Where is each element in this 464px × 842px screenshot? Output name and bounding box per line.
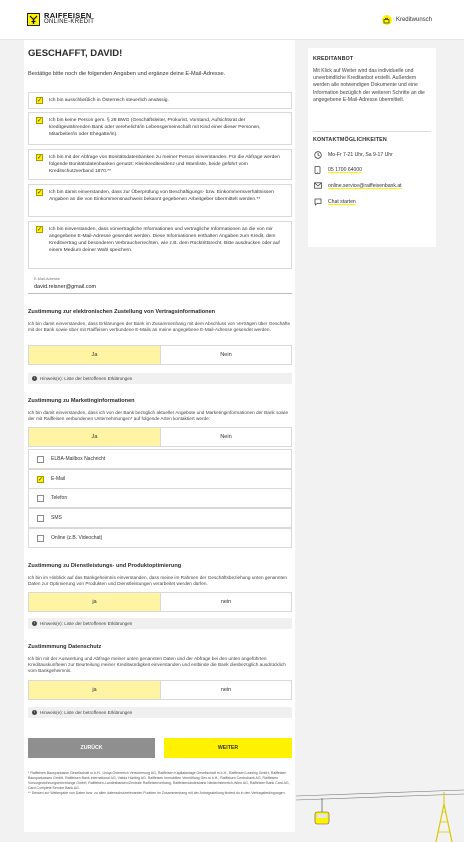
offer-title: KREDITANBOT	[313, 56, 354, 62]
section-title-privacy: Zustimmmung Datenschutz	[28, 644, 102, 650]
toggle-marketing: Ja Nein	[28, 427, 292, 447]
check-icon: ✓	[36, 189, 43, 196]
toggle-optimization: ja nein	[28, 592, 292, 612]
phone-icon	[313, 165, 322, 174]
hint-text: Hinweis(e): Liste der betroffenen Erklär…	[40, 621, 133, 626]
section-text-electronic-delivery: Ich bin damit einverstanden, dass Erklär…	[28, 321, 291, 333]
kreditwunsch-icon	[381, 15, 392, 25]
channel-label: ELBA-Mailbox Nachricht	[51, 456, 106, 462]
toggle-electronic-delivery: Ja Nein	[28, 345, 292, 365]
chat-link[interactable]: Chat starten	[328, 199, 356, 205]
logo-line1: RAIFFEISEN	[44, 11, 92, 20]
no-option[interactable]: nein	[160, 593, 291, 611]
contact-chat[interactable]: Chat starten	[313, 197, 356, 206]
email-field[interactable]: E-Mail-Adresse david.reisner@gmail.com	[28, 275, 292, 294]
footnotes: * Raiffeisen Bausparkasse Gesellschaft m…	[28, 771, 290, 796]
contact-hours: Mo-Fr 7-21 Uhr, Sa 9-17 Uhr	[313, 150, 393, 159]
next-button[interactable]: WEITER	[164, 738, 292, 758]
logo-line2: ONLINE-KREDIT	[44, 19, 95, 25]
channel-option-email[interactable]: ✓ E-Mail	[28, 469, 292, 489]
hint-text: Hinweis(e): Liste der betroffenen Erklär…	[40, 376, 133, 381]
email-link[interactable]: online.service@raiffeisenbank.at	[328, 183, 402, 189]
info-icon: i	[32, 710, 37, 715]
chat-icon	[313, 197, 322, 206]
hint-text: Hinweis(e): Liste der betroffenen Erklär…	[40, 710, 133, 715]
divider	[313, 131, 431, 132]
hint-row[interactable]: i Hinweis(e): Liste der betroffenen Erkl…	[28, 373, 292, 384]
hours-text: Mo-Fr 7-21 Uhr, Sa 9-17 Uhr	[328, 151, 393, 158]
footnote-companies: * Raiffeisen Bausparkasse Gesellschaft m…	[28, 771, 290, 790]
channel-option-sms[interactable]: SMS	[28, 508, 292, 528]
info-icon: i	[32, 621, 37, 626]
info-icon: i	[32, 376, 37, 381]
gondola-illustration	[296, 789, 464, 842]
consent-text: Ich bin ausschließlich in Österreich ste…	[49, 98, 169, 103]
clock-icon	[313, 150, 322, 159]
yes-option[interactable]: ja	[29, 681, 160, 699]
consent-checkbox-employer[interactable]: ✓ Ich bin damit einverstanden, dass zur …	[28, 184, 292, 217]
channel-label: SMS	[51, 515, 62, 521]
intro-text: Bestätige bitte noch die folgenden Angab…	[28, 71, 226, 77]
kreditwunsch-button[interactable]: Kreditwunsch	[381, 15, 432, 25]
top-bar: RAIFFEISEN ONLINE-KREDIT Kreditwunsch	[0, 0, 464, 40]
check-icon: ✓	[36, 226, 43, 233]
check-icon: ✓	[36, 97, 43, 104]
email-label: E-Mail-Adresse	[34, 277, 60, 281]
section-title-marketing: Zustimmung zu Marketinginformationen	[28, 398, 135, 404]
raiffeisen-logo-icon	[27, 12, 40, 26]
page-title: GESCHAFFT, DAVID!	[28, 48, 123, 59]
no-option[interactable]: Nein	[160, 428, 291, 446]
no-option[interactable]: nein	[160, 681, 291, 699]
kreditwunsch-label: Kreditwunsch	[395, 17, 432, 23]
offer-text: Mit Klick auf Weiter wird das individuel…	[313, 68, 425, 103]
channel-label: Telefon	[51, 495, 68, 501]
phone-link[interactable]: 05 1700 64000	[328, 167, 362, 173]
channel-label: Online (z.B. Videochat)	[51, 535, 103, 541]
no-option[interactable]: Nein	[160, 346, 291, 364]
section-text-privacy: Ich bin mit der Auswertung und Abfrage m…	[28, 656, 286, 674]
mail-icon	[313, 181, 322, 190]
section-title-electronic-delivery: Zustimmung zur elektronischen Zustellung…	[28, 309, 216, 315]
section-text-optimization: Ich bin im Hinblick auf das Bankgeheimni…	[28, 575, 288, 587]
yes-option[interactable]: ja	[29, 593, 160, 611]
email-value[interactable]: david.reisner@gmail.com	[34, 284, 96, 290]
toggle-privacy: ja nein	[28, 680, 292, 700]
consent-checkbox-tax[interactable]: ✓ Ich bin ausschließlich in Österreich s…	[28, 92, 292, 109]
contact-phone[interactable]: 05 1700 64000	[313, 165, 362, 174]
consent-checkbox-bwg[interactable]: ✓ Ich bin keine Person gem. § 28 BWG (Ge…	[28, 112, 292, 145]
consent-text: Ich bin keine Person gem. § 28 BWG (Gesc…	[49, 118, 261, 138]
channel-label: E-Mail	[51, 476, 66, 482]
consent-text: Ich bin mit der Abfrage von Bonitätsdate…	[49, 155, 280, 175]
contact-email[interactable]: online.service@raiffeisenbank.at	[313, 181, 402, 190]
yes-option[interactable]: Ja	[29, 346, 160, 364]
sidebar-card: KREDITANBOT Mit Klick auf Weiter wird da…	[308, 48, 436, 247]
hint-row[interactable]: i Hinweis(e): Liste der betroffenen Erkl…	[28, 707, 292, 718]
channel-option-elba[interactable]: ELBA-Mailbox Nachricht	[28, 449, 292, 469]
section-title-optimization: Zustimmung zu Dienstleistungs- und Produ…	[28, 563, 182, 569]
check-icon: ✓	[36, 154, 43, 161]
checkbox-icon	[37, 515, 44, 522]
section-text-marketing: Ich bin damit einverstanden, dass ich vo…	[28, 410, 289, 422]
consent-checkbox-bonitaet[interactable]: ✓ Ich bin mit der Abfrage von Bonitätsda…	[28, 149, 292, 180]
consent-checkbox-email-info[interactable]: ✓ Ich bin einverstanden, dass vorvertrag…	[28, 221, 292, 269]
contact-title: KONTAKTMÖGLICHKEITEN	[313, 137, 387, 143]
checkbox-icon	[37, 495, 44, 502]
checkbox-icon	[37, 456, 44, 463]
consent-text: Ich bin damit einverstanden, dass zur Üb…	[49, 190, 274, 203]
back-button[interactable]: ZURÜCK	[28, 738, 155, 758]
channel-option-online[interactable]: Online (z.B. Videochat)	[28, 528, 292, 548]
channel-option-phone[interactable]: Telefon	[28, 488, 292, 508]
checkbox-icon	[37, 535, 44, 542]
raiffeisen-logo[interactable]: RAIFFEISEN ONLINE-KREDIT	[27, 12, 94, 26]
yes-option[interactable]: Ja	[29, 428, 160, 446]
hint-row[interactable]: i Hinweis(e): Liste der betroffenen Erkl…	[28, 618, 292, 629]
check-icon: ✓	[36, 117, 43, 124]
check-icon: ✓	[37, 476, 44, 483]
consent-text: Ich bin einverstanden, dass vorvertragli…	[49, 227, 280, 254]
footnote-privacy: ** Dessen zur Weitergabe von Daten bzw. …	[28, 790, 286, 795]
